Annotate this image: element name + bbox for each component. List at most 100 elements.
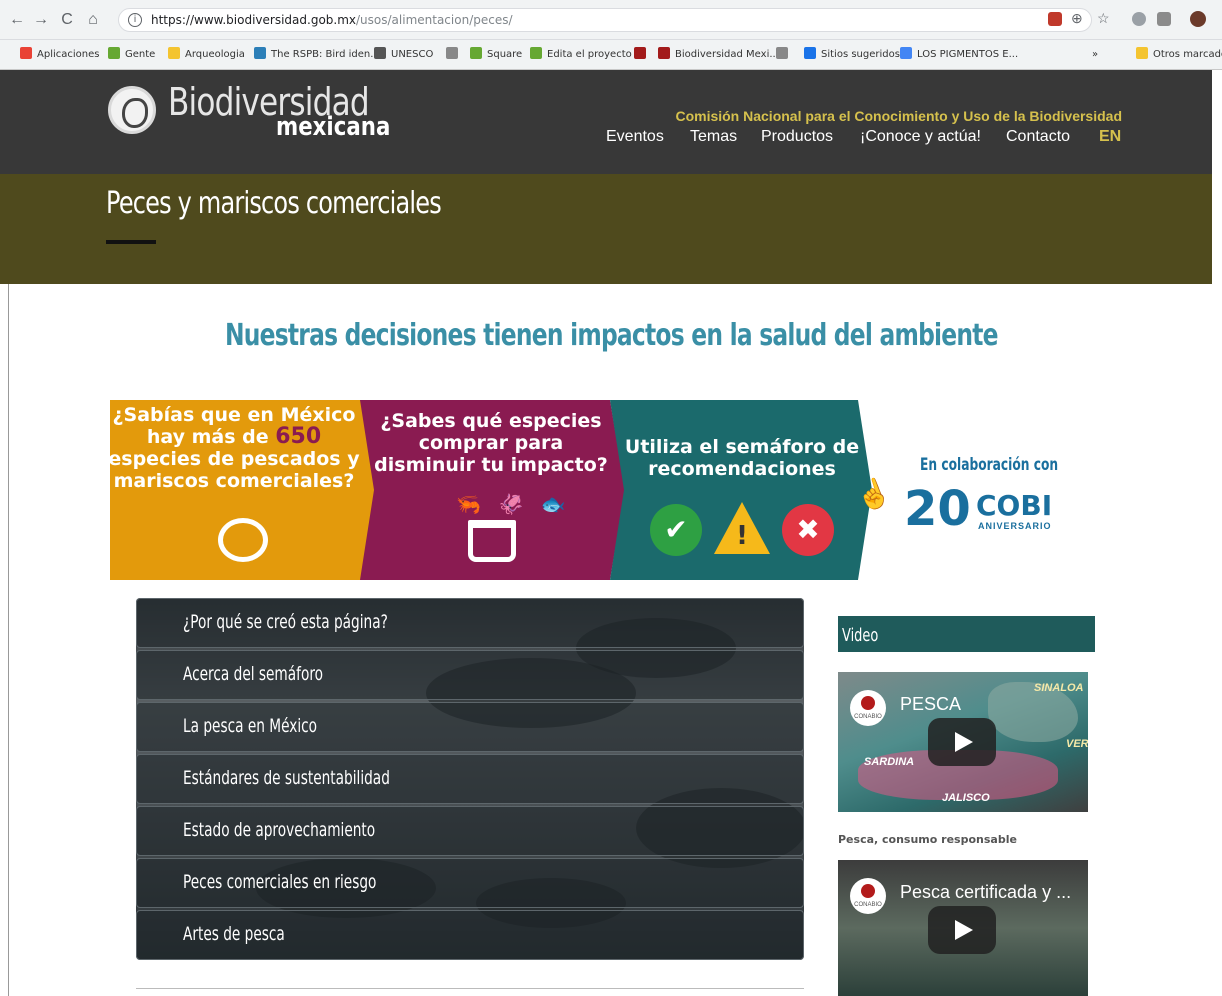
home-icon[interactable]: ⌂ (84, 11, 102, 29)
forward-icon[interactable]: → (32, 11, 50, 29)
bookmark-label: The RSPB: Bird iden... (271, 49, 380, 60)
nav-contacto[interactable]: Contacto (1006, 128, 1070, 146)
bookmark-favicon-icon (108, 47, 120, 59)
panel-species-count[interactable]: ¿Sabías que en México hay más de 650 esp… (110, 400, 376, 580)
video-caption[interactable]: Pesca, consumo responsable (838, 833, 1017, 846)
nav-productos[interactable]: Productos (761, 128, 833, 146)
back-icon[interactable]: ← (8, 11, 26, 29)
map-label: SARDINA (864, 756, 915, 768)
divider (136, 988, 804, 989)
bookmark-item[interactable]: Arqueologia (168, 47, 245, 63)
topics-menu: ¿Por qué se creó esta página? Acerca del… (136, 598, 804, 960)
panel-text-part: especies de pescados y mariscos comercia… (108, 448, 360, 492)
shopping-cart-icon (468, 520, 516, 562)
bookmark-item[interactable] (634, 47, 651, 63)
bookmarks-more-icon[interactable]: » (1092, 47, 1098, 63)
video-title[interactable]: PESCA (900, 694, 961, 715)
cobi-logo-number: 20 (904, 481, 971, 537)
zoom-icon[interactable]: ⊕ (1071, 9, 1083, 27)
video-thumbnail-certificada[interactable]: CONABIO Pesca certificada y ... (838, 860, 1088, 996)
bookmark-label: Square (487, 49, 523, 60)
bookmark-item[interactable]: The RSPB: Bird iden... (254, 47, 380, 63)
panel-species-text: ¿Sabías que en México hay más de 650 esp… (108, 404, 364, 492)
profile-avatar[interactable] (1190, 11, 1206, 27)
bookmark-item[interactable]: Gente (108, 47, 155, 63)
extension-icon[interactable] (1048, 12, 1062, 26)
cross-icon: ✖ (782, 504, 834, 556)
menu-item-semaforo[interactable]: Acerca del semáforo (136, 650, 804, 700)
language-toggle[interactable]: EN (1099, 128, 1121, 146)
bookmark-other[interactable]: Otros marcadores (1136, 47, 1222, 63)
infographic: ¿Sabías que en México hay más de 650 esp… (110, 400, 872, 580)
extension-icon[interactable] (1132, 12, 1146, 26)
video-section-header: Video (838, 616, 1095, 652)
bookmark-label: Biodiversidad Mexi... (675, 49, 779, 60)
play-icon[interactable] (928, 718, 996, 766)
menu-item-por-que[interactable]: ¿Por qué se creó esta página? (136, 598, 804, 648)
menu-item-label: Acerca del semáforo (183, 663, 324, 685)
nav-conoce-y-actua[interactable]: ¡Conoce y actúa! (860, 128, 981, 146)
bookmark-favicon-icon (530, 47, 542, 59)
map-label: SINALOA (1034, 682, 1084, 694)
site-info-icon[interactable]: i (128, 13, 142, 27)
headline-text: Nuestras decisiones tienen impactos en l… (224, 318, 999, 353)
folder-icon (1136, 47, 1148, 59)
star-icon[interactable]: ☆ (1097, 9, 1110, 27)
bookmark-item[interactable] (446, 47, 463, 63)
channel-name: CONABIO (854, 714, 882, 720)
map-label: JALISCO (942, 792, 990, 804)
panel-which-species[interactable]: ¿Sabes qué especies comprar para disminu… (360, 400, 625, 580)
bookmark-label: UNESCO (391, 49, 434, 60)
bookmark-label: LOS PIGMENTOS E... (917, 49, 1019, 60)
cobi-logo-name: COBI (976, 489, 1053, 522)
bookmark-item[interactable]: UNESCO (374, 47, 433, 63)
title-underline (106, 240, 156, 244)
bookmark-item[interactable]: Sitios sugeridos (804, 47, 900, 63)
cobi-logo[interactable]: 20 COBI ANIVERSARIO (904, 482, 1064, 536)
bookmark-item[interactable]: Edita el proyecto (530, 47, 632, 63)
nav-temas[interactable]: Temas (690, 128, 737, 146)
address-url[interactable]: https://www.biodiversidad.gob.mx/usos/al… (151, 13, 513, 27)
menu-item-label: Artes de pesca (183, 923, 285, 945)
panel-traffic-light[interactable]: Utiliza el semáforo de recomendaciones ✔… (610, 400, 872, 580)
bookmark-favicon-icon (776, 47, 788, 59)
menu-item-artes[interactable]: Artes de pesca (136, 910, 804, 960)
address-bar[interactable]: i https://www.biodiversidad.gob.mx/usos/… (118, 8, 1092, 32)
channel-name: CONABIO (854, 902, 882, 908)
bookmark-item[interactable]: Square (470, 47, 522, 63)
logo-subtitle[interactable]: mexicana (276, 112, 390, 142)
bookmark-favicon-icon (446, 47, 458, 59)
video-title[interactable]: Pesca certificada y ... (900, 882, 1071, 903)
reload-icon[interactable]: C (58, 11, 76, 29)
menu-item-label: La pesca en México (183, 715, 318, 737)
pdf-icon[interactable] (1157, 12, 1171, 26)
menu-item-pesca-mexico[interactable]: La pesca en México (136, 702, 804, 752)
page-banner: Peces y mariscos comerciales (0, 174, 1212, 284)
page-title: Peces y mariscos comerciales (106, 186, 442, 221)
bookmark-label: Otros marcadores (1153, 49, 1222, 60)
bookmark-favicon-icon (804, 47, 816, 59)
section-headline: Nuestras decisiones tienen impactos en l… (0, 318, 1222, 353)
bookmark-favicon-icon (470, 47, 482, 59)
menu-item-estandares[interactable]: Estándares de sustentabilidad (136, 754, 804, 804)
bookmark-item[interactable]: Aplicaciones (20, 47, 99, 63)
bookmark-favicon-icon (168, 47, 180, 59)
bookmark-favicon-icon (900, 47, 912, 59)
video-thumbnail-pesca[interactable]: SINALOA SARDINA JALISCO VER CONABIO PESC… (838, 672, 1088, 812)
conabio-channel-icon[interactable]: CONABIO (850, 878, 886, 914)
conabio-channel-icon[interactable]: CONABIO (850, 690, 886, 726)
nav-eventos[interactable]: Eventos (606, 128, 664, 146)
scrollbar-gutter[interactable] (1212, 70, 1222, 996)
bookmark-item[interactable]: Biodiversidad Mexi... (658, 47, 779, 63)
bookmark-favicon-icon (374, 47, 386, 59)
play-icon[interactable] (928, 906, 996, 954)
bookmark-item[interactable]: LOS PIGMENTOS E... (900, 47, 1018, 63)
logo-emblem-icon[interactable] (108, 86, 156, 134)
menu-item-aprovechamiento[interactable]: Estado de aprovechamiento (136, 806, 804, 856)
cobi-logo-sub: ANIVERSARIO (978, 521, 1052, 531)
menu-item-riesgo[interactable]: Peces comerciales en riesgo (136, 858, 804, 908)
site-header: Biodiversidad mexicana Comisión Nacional… (0, 70, 1212, 174)
bookmark-label: Gente (125, 49, 156, 60)
species-number: 650 (275, 424, 322, 449)
bookmark-item[interactable] (776, 47, 793, 63)
